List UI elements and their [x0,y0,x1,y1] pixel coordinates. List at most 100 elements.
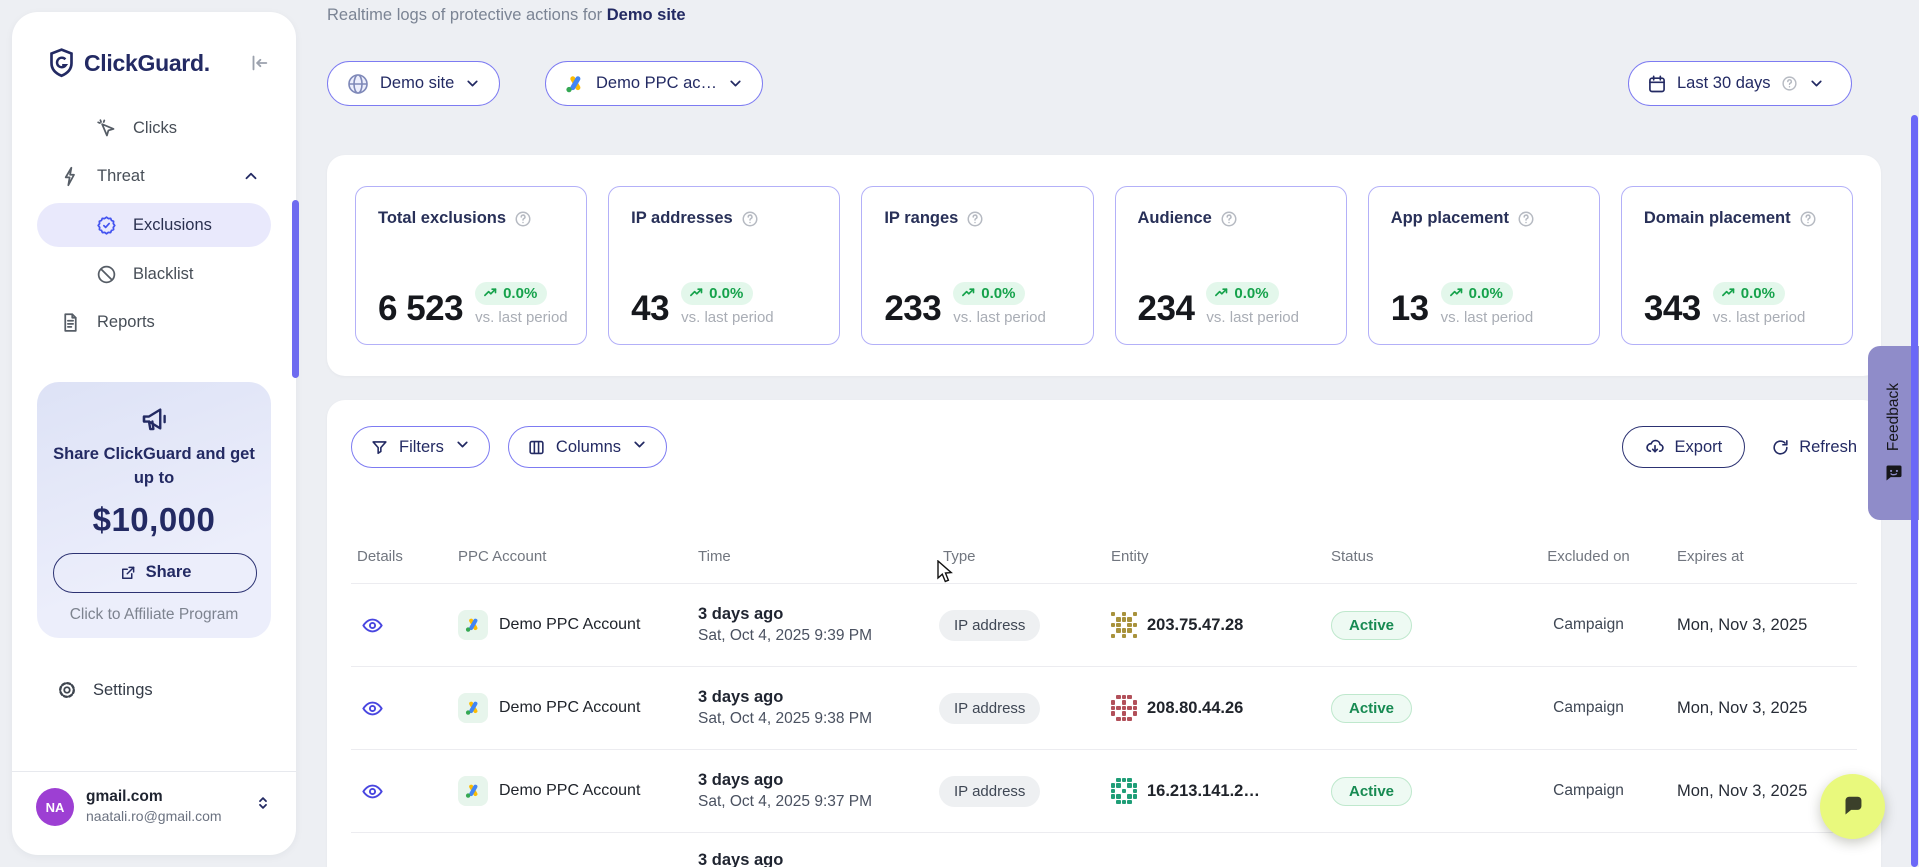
sidebar-item-exclusions[interactable]: Exclusions [37,203,271,247]
site-selector[interactable]: Demo site [327,61,500,106]
refresh-button[interactable]: Refresh [1771,438,1857,457]
columns-icon [527,438,546,457]
time-absolute: Sat, Oct 4, 2025 9:38 PM [698,710,931,728]
view-details-eye-icon[interactable] [357,780,384,803]
trend-up-icon [483,286,498,301]
subtitle-site-name: Demo site [607,6,686,24]
help-circle-icon[interactable] [966,210,984,228]
help-circle-icon[interactable] [1220,210,1238,228]
ppc-account-selector[interactable]: Demo PPC ac… [545,61,763,106]
view-details-eye-icon[interactable] [357,697,384,720]
stat-delta-badge: 0.0% [681,282,753,305]
help-circle-icon[interactable] [1517,210,1535,228]
table-row[interactable]: Demo PPC Account 3 days ago Sat, Oct 4, 2… [351,667,1857,750]
promo-text: Share ClickGuard and get up to [53,443,255,491]
table-row[interactable]: Demo PPC Account 3 days ago Sat, Oct 4, 2… [351,584,1857,667]
google-ads-icon [564,73,586,95]
promo-amount: $10,000 [53,501,255,539]
time-absolute: Sat, Oct 4, 2025 9:37 PM [698,793,931,811]
stat-delta-badge: 0.0% [1441,282,1513,305]
entity-value: 16.213.141.2… [1147,782,1260,801]
badge-check-icon [96,215,117,236]
chevrons-up-down-icon[interactable] [254,794,272,812]
help-circle-icon[interactable] [514,210,532,228]
stat-value: 6 523 [378,291,463,326]
filters-button[interactable]: Filters [351,426,490,468]
table-header-row: Details PPC Account Time Type Entity Sta… [351,468,1857,584]
help-circle-icon[interactable] [741,210,759,228]
ppc-account-name: Demo PPC Account [499,699,640,717]
time-relative: 3 days ago [698,688,931,707]
megaphone-icon [139,421,169,438]
chevron-down-icon [454,436,471,458]
sidebar-item-threat[interactable]: Threat [12,152,296,200]
feedback-label: Feedback [1885,383,1903,451]
promo-caption[interactable]: Click to Affiliate Program [53,606,255,624]
entity-value: 203.75.47.28 [1147,616,1243,635]
sidebar-item-clicks[interactable]: Clicks [12,104,296,152]
sidebar-item-reports[interactable]: Reports [12,298,296,346]
feedback-smiley-icon [1884,463,1904,483]
trend-up-icon [1449,286,1464,301]
sidebar-nav: Clicks Threat [12,104,296,346]
stat-caption: vs. last period [953,309,1046,326]
table-row-partial[interactable]: 3 days ago [351,833,1857,867]
col-header-account: PPC Account [446,548,686,565]
type-badge: IP address [939,610,1040,641]
chat-launcher-button[interactable] [1820,774,1885,839]
stat-caption: vs. last period [681,309,774,326]
page-scrollbar-thumb[interactable] [1911,115,1918,867]
avatar: NA [36,788,74,826]
table-toolbar: Filters Columns Export Refresh [327,400,1881,468]
stat-value: 13 [1391,291,1429,326]
chevron-up-icon[interactable] [242,167,260,185]
sidebar-item-blacklist[interactable]: Blacklist [12,250,296,298]
stat-caption: vs. last period [1206,309,1299,326]
stat-delta-badge: 0.0% [1713,282,1785,305]
time-relative: 3 days ago [698,605,931,624]
stat-caption: vs. last period [1713,309,1806,326]
brand-name: ClickGuard. [84,50,248,77]
calendar-icon [1647,74,1667,94]
status-badge: Active [1331,611,1412,640]
stat-card-total-exclusions: Total exclusions 6 523 0.0% vs. last per… [355,186,587,345]
type-badge: IP address [939,693,1040,724]
sidebar-scrollbar-thumb[interactable] [292,200,299,378]
help-circle-icon[interactable] [1781,75,1798,92]
expires-at-value: Mon, Nov 3, 2025 [1661,616,1857,635]
share-button[interactable]: Share [53,553,257,593]
shield-g-icon [48,48,75,78]
view-details-eye-icon[interactable] [357,614,384,637]
date-range-selector[interactable]: Last 30 days [1628,61,1852,106]
settings-label: Settings [93,681,153,700]
sidebar-item-label: Threat [97,167,145,186]
ban-icon [96,264,117,285]
excluded-on-value: Campaign [1553,616,1624,634]
ip-identicon [1111,695,1137,721]
google-ads-icon [458,693,488,723]
columns-button[interactable]: Columns [508,426,667,468]
chat-bubble-icon [1838,792,1868,822]
ppc-account-name: Demo PPC Account [499,616,640,634]
col-header-type: Type [931,548,1111,565]
lightning-icon [60,166,81,187]
time-relative: 3 days ago [698,851,931,867]
col-header-status: Status [1331,548,1516,565]
refresh-icon [1771,438,1790,457]
expires-at-value: Mon, Nov 3, 2025 [1661,699,1857,718]
time-absolute: Sat, Oct 4, 2025 9:39 PM [698,627,931,645]
exclusions-table-card: Filters Columns Export Refresh Deta [327,400,1881,867]
help-circle-icon[interactable] [1799,210,1817,228]
table-row[interactable]: Demo PPC Account 3 days agoSat, Oct 4, 2… [351,750,1857,833]
collapse-sidebar-icon[interactable] [248,52,270,74]
sidebar-item-label: Exclusions [133,216,212,235]
affiliate-promo-card: Share ClickGuard and get up to $10,000 S… [37,382,271,638]
sidebar-item-settings[interactable]: Settings [12,666,296,714]
export-button[interactable]: Export [1622,426,1746,468]
account-switcher[interactable]: NA gmail.com naatali.ro@gmail.com [12,771,296,855]
type-badge: IP address [939,776,1040,807]
ip-identicon [1111,612,1137,638]
external-link-icon [119,564,137,582]
filter-icon [370,438,389,457]
chevron-down-icon [1808,75,1825,92]
